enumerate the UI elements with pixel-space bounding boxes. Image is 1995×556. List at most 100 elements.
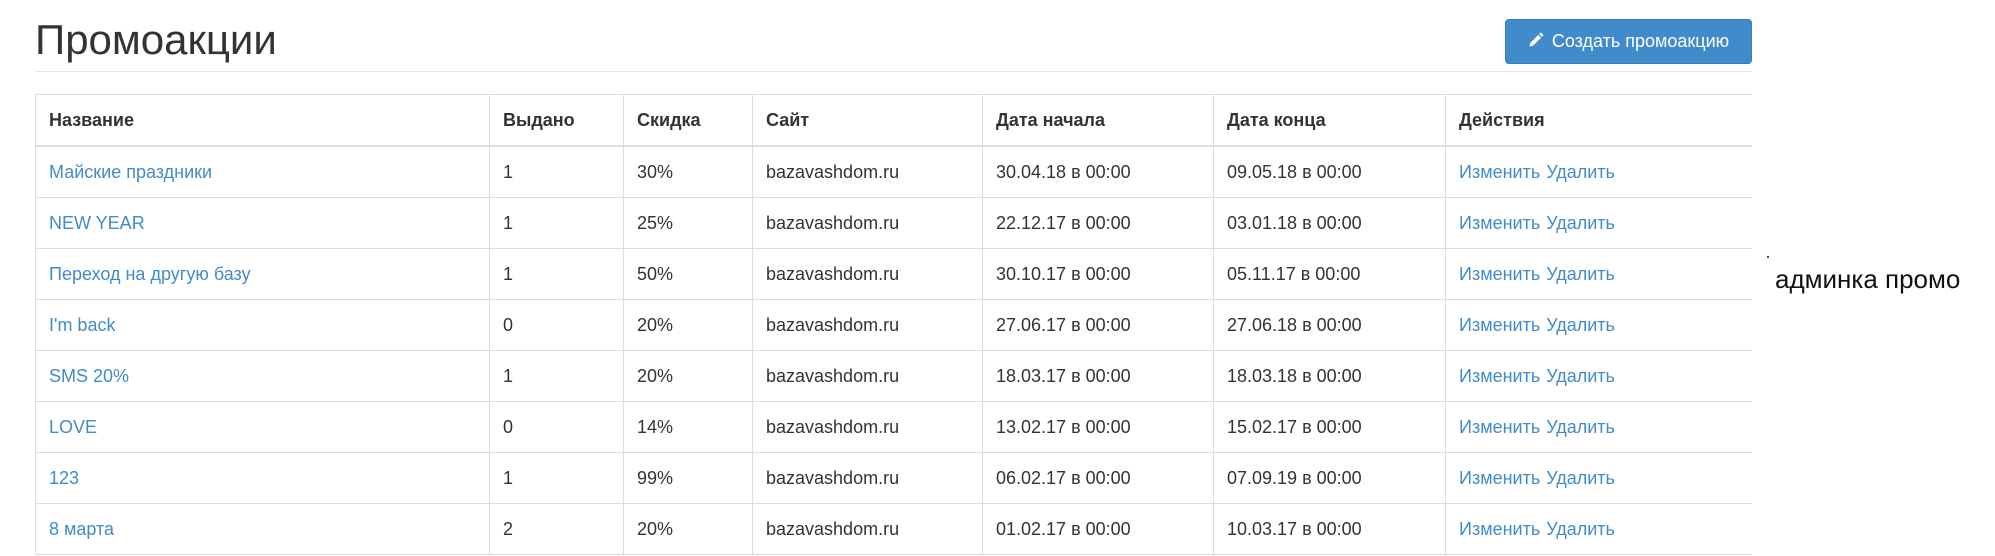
delete-link[interactable]: Удалить <box>1546 315 1615 335</box>
create-promo-button-label: Создать промоакцию <box>1551 31 1730 51</box>
table-row: 123 1 99% bazavashdom.ru 06.02.17 в 00:0… <box>35 452 1752 504</box>
issued-cell: 1 <box>489 197 624 249</box>
site-cell: bazavashdom.ru <box>752 197 983 249</box>
site-cell: bazavashdom.ru <box>752 401 983 453</box>
create-promo-button[interactable]: Создать промоакцию <box>1505 19 1752 64</box>
actions-cell: Изменить Удалить <box>1445 248 1752 300</box>
promo-name-cell: Майские праздники <box>35 145 490 198</box>
issued-cell: 0 <box>489 299 624 351</box>
issued-cell: 1 <box>489 452 624 504</box>
actions-cell: Изменить Удалить <box>1445 299 1752 351</box>
site-cell: bazavashdom.ru <box>752 452 983 504</box>
column-header-discount: Скидка <box>623 94 753 147</box>
start-date-cell: 13.02.17 в 00:00 <box>982 401 1214 453</box>
table-row: NEW YEAR 1 25% bazavashdom.ru 22.12.17 в… <box>35 197 1752 249</box>
actions-cell: Изменить Удалить <box>1445 503 1752 555</box>
delete-link[interactable]: Удалить <box>1546 417 1615 437</box>
promo-name-link[interactable]: 8 марта <box>49 519 114 539</box>
column-header-name: Название <box>35 94 490 147</box>
table-row: SMS 20% 1 20% bazavashdom.ru 18.03.17 в … <box>35 350 1752 402</box>
column-header-site: Сайт <box>752 94 983 147</box>
start-date-cell: 30.04.18 в 00:00 <box>982 145 1214 198</box>
table-row: 8 марта 2 20% bazavashdom.ru 01.02.17 в … <box>35 503 1752 555</box>
actions-cell: Изменить Удалить <box>1445 452 1752 504</box>
discount-cell: 99% <box>623 452 753 504</box>
side-annotation: админка промо <box>1775 264 1961 294</box>
promo-name-cell: SMS 20% <box>35 350 490 402</box>
title-divider <box>35 71 1752 72</box>
end-date-cell: 10.03.17 в 00:00 <box>1213 503 1446 555</box>
promo-name-cell: LOVE <box>35 401 490 453</box>
start-date-cell: 01.02.17 в 00:00 <box>982 503 1214 555</box>
actions-cell: Изменить Удалить <box>1445 401 1752 453</box>
edit-link[interactable]: Изменить <box>1459 264 1540 284</box>
start-date-cell: 22.12.17 в 00:00 <box>982 197 1214 249</box>
promo-name-cell: Переход на другую базу <box>35 248 490 300</box>
issued-cell: 1 <box>489 350 624 402</box>
end-date-cell: 09.05.18 в 00:00 <box>1213 145 1446 198</box>
site-cell: bazavashdom.ru <box>752 248 983 300</box>
discount-cell: 30% <box>623 145 753 198</box>
promo-name-link[interactable]: LOVE <box>49 417 97 437</box>
promo-name-link[interactable]: NEW YEAR <box>49 213 145 233</box>
delete-link[interactable]: Удалить <box>1546 264 1615 284</box>
column-header-start-date: Дата начала <box>982 94 1214 147</box>
issued-cell: 1 <box>489 248 624 300</box>
promo-table: Название Выдано Скидка Сайт Дата начала … <box>35 94 1752 555</box>
promo-table-container: Название Выдано Скидка Сайт Дата начала … <box>35 94 1752 556</box>
start-date-cell: 30.10.17 в 00:00 <box>982 248 1214 300</box>
column-header-end-date: Дата конца <box>1213 94 1446 147</box>
promo-name-cell: 123 <box>35 452 490 504</box>
actions-cell: Изменить Удалить <box>1445 197 1752 249</box>
end-date-cell: 18.03.18 в 00:00 <box>1213 350 1446 402</box>
promo-name-link[interactable]: 123 <box>49 468 79 488</box>
issued-cell: 0 <box>489 401 624 453</box>
edit-link[interactable]: Изменить <box>1459 162 1540 182</box>
start-date-cell: 27.06.17 в 00:00 <box>982 299 1214 351</box>
site-cell: bazavashdom.ru <box>752 299 983 351</box>
actions-cell: Изменить Удалить <box>1445 145 1752 198</box>
issued-cell: 2 <box>489 503 624 555</box>
edit-link[interactable]: Изменить <box>1459 213 1540 233</box>
edit-link[interactable]: Изменить <box>1459 468 1540 488</box>
promo-name-cell: 8 марта <box>35 503 490 555</box>
end-date-cell: 07.09.19 в 00:00 <box>1213 452 1446 504</box>
issued-cell: 1 <box>489 145 624 198</box>
table-row: I'm back 0 20% bazavashdom.ru 27.06.17 в… <box>35 299 1752 351</box>
promo-name-link[interactable]: SMS 20% <box>49 366 129 386</box>
promo-name-cell: I'm back <box>35 299 490 351</box>
edit-link[interactable]: Изменить <box>1459 366 1540 386</box>
edit-link[interactable]: Изменить <box>1459 417 1540 437</box>
edit-link[interactable]: Изменить <box>1459 519 1540 539</box>
discount-cell: 50% <box>623 248 753 300</box>
site-cell: bazavashdom.ru <box>752 350 983 402</box>
site-cell: bazavashdom.ru <box>752 145 983 198</box>
stray-dot <box>1767 256 1769 258</box>
delete-link[interactable]: Удалить <box>1546 162 1615 182</box>
promo-name-link[interactable]: Переход на другую базу <box>49 264 251 284</box>
actions-cell: Изменить Удалить <box>1445 350 1752 402</box>
discount-cell: 20% <box>623 503 753 555</box>
end-date-cell: 15.02.17 в 00:00 <box>1213 401 1446 453</box>
start-date-cell: 06.02.17 в 00:00 <box>982 452 1214 504</box>
table-header-row: Название Выдано Скидка Сайт Дата начала … <box>35 94 1752 147</box>
pencil-icon <box>1528 31 1545 53</box>
end-date-cell: 03.01.18 в 00:00 <box>1213 197 1446 249</box>
promo-name-link[interactable]: I'm back <box>49 315 115 335</box>
page-title: Промоакции <box>35 16 277 63</box>
delete-link[interactable]: Удалить <box>1546 213 1615 233</box>
discount-cell: 14% <box>623 401 753 453</box>
promo-name-cell: NEW YEAR <box>35 197 490 249</box>
end-date-cell: 27.06.18 в 00:00 <box>1213 299 1446 351</box>
delete-link[interactable]: Удалить <box>1546 519 1615 539</box>
delete-link[interactable]: Удалить <box>1546 366 1615 386</box>
start-date-cell: 18.03.17 в 00:00 <box>982 350 1214 402</box>
edit-link[interactable]: Изменить <box>1459 315 1540 335</box>
delete-link[interactable]: Удалить <box>1546 468 1615 488</box>
column-header-issued: Выдано <box>489 94 624 147</box>
promo-name-link[interactable]: Майские праздники <box>49 162 212 182</box>
discount-cell: 25% <box>623 197 753 249</box>
end-date-cell: 05.11.17 в 00:00 <box>1213 248 1446 300</box>
column-header-actions: Действия <box>1445 94 1752 147</box>
table-row: LOVE 0 14% bazavashdom.ru 13.02.17 в 00:… <box>35 401 1752 453</box>
